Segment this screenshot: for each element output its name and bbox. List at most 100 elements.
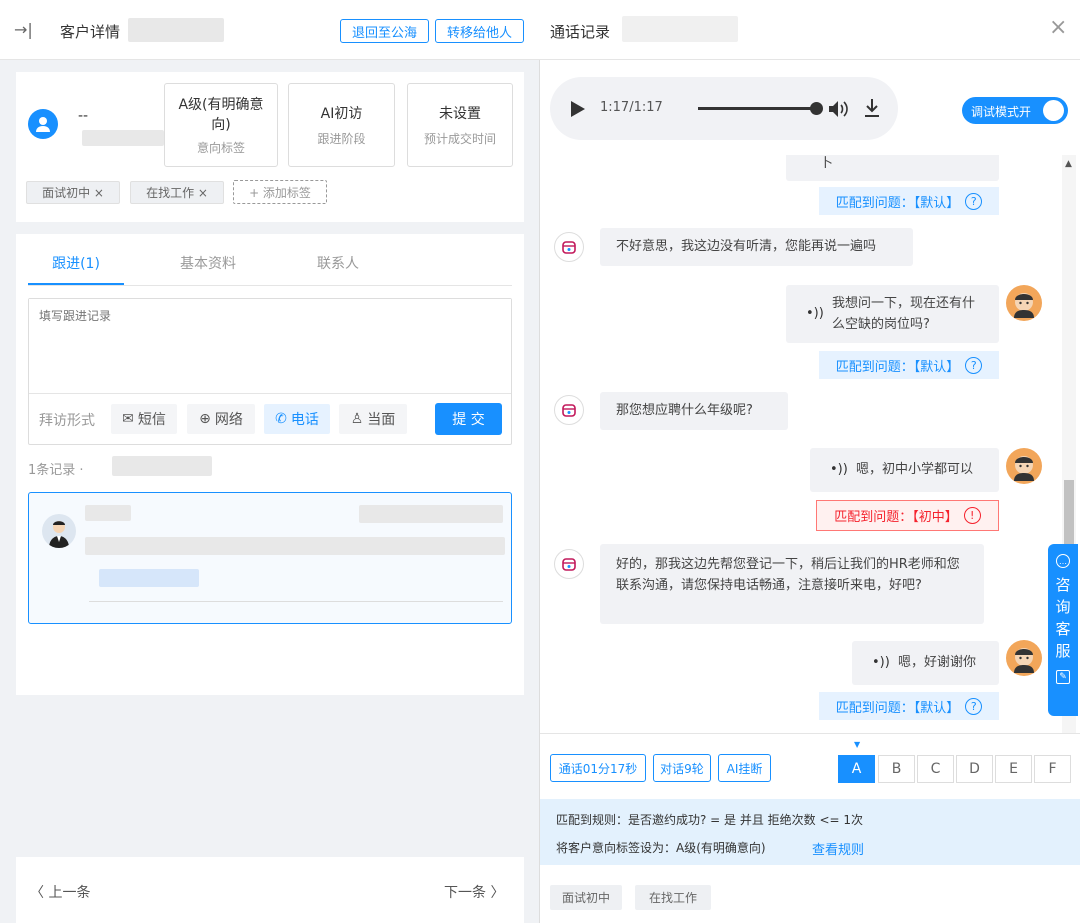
customer-detail-panel: →| 客户详情 退回至公海 转移给他人 -- A级(有明确意向) 意向标签 AI… [0,0,540,923]
customer-avatar [1006,640,1042,676]
mode-phone-label: 电话 [290,412,319,428]
submit-button[interactable]: 提 交 [435,403,502,435]
partial-user-bubble: 卜 [786,155,999,181]
robot-avatar [554,232,584,262]
tab-basic-info[interactable]: 基本资料 [160,253,256,273]
user-message-2-text: 嗯，初中小学都可以 [856,462,974,477]
debug-mode-toggle[interactable]: 调试模式开 [962,97,1068,124]
intent-value: A级(有明确意向) [178,96,264,133]
match-badge-1: 匹配到问题：【默认】? [819,187,999,215]
collapse-icon[interactable]: →| [14,20,33,39]
user-message-1-text: 我想问一下，现在还有什么空缺的岗位吗? [832,296,976,332]
service-char: 咨 [1055,576,1071,594]
mode-phone[interactable]: ✆ 电话 [264,404,330,434]
voice-icon[interactable]: •)) [830,459,848,480]
summary-divider [540,733,1080,734]
question-icon[interactable]: ? [965,697,983,715]
rule-action-text: 将客户意向标签设为：A级(有明确意向) [556,841,766,855]
deal-time-box[interactable]: 未设置 预计成交时间 [407,83,513,167]
customer-card: -- A级(有明确意向) 意向标签 AI初访 跟进阶段 未设置 预计成交时间 面… [16,72,524,222]
mode-network-label: 网络 [214,412,243,428]
redacted-link [99,569,199,587]
tab-followup[interactable]: 跟进(1) [28,253,124,273]
robot-icon [562,558,576,571]
bottom-tag-job-hunting: 在找工作 [635,885,711,910]
view-rule-link[interactable]: 查看规则 [812,839,864,858]
user-icon [36,117,50,132]
editor-divider [29,393,511,394]
tab-contacts[interactable]: 联系人 [290,253,386,273]
call-duration-chip: 通话01分17秒 [550,754,646,782]
mode-in-person[interactable]: ♙ 当面 [339,404,407,434]
deal-time-value: 未设置 [439,105,481,122]
match-badge-text: 匹配到问题：【默认】 [835,195,960,211]
customer-name: -- [78,108,89,124]
customer-service-button[interactable]: … 咨 询 客 服 ✎ [1048,544,1078,716]
edit-icon[interactable]: ✎ [1056,670,1070,684]
mode-network[interactable]: ⊕ 网络 [187,404,255,434]
robot-avatar [554,549,584,579]
intent-label-box[interactable]: A级(有明确意向) 意向标签 [164,83,278,167]
mode-sms[interactable]: ✉ 短信 [111,404,177,434]
customer-avatar [1006,448,1042,484]
bottom-tag-interview-junior: 面试初中 [550,885,622,910]
followup-stage-box[interactable]: AI初访 跟进阶段 [288,83,395,167]
alert-icon[interactable]: ! [963,507,981,524]
match-badge-warning: 匹配到问题：【初中】! [816,500,999,531]
download-icon[interactable] [864,98,880,118]
user-message-1: •)) 我想问一下，现在还有什么空缺的岗位吗? [786,285,999,343]
grade-b[interactable]: B [878,755,915,783]
followup-input[interactable] [29,299,511,393]
service-char: 客 [1055,620,1071,638]
question-icon[interactable]: ? [965,356,983,374]
followup-card: 跟进(1) 基本资料 联系人 拜访形式 ✉短信 ⊕网络 ✆电话 ♙当面 提 交 … [16,234,524,695]
grade-c[interactable]: C [917,755,954,783]
ai-hangup-chip: AI挂断 [718,754,771,782]
robot-avatar [554,395,584,425]
volume-icon[interactable] [828,99,850,119]
match-badge-3: 匹配到问题：【默认】? [819,692,999,720]
tag-interview-junior[interactable]: 面试初中 × [26,181,120,204]
globe-icon: ⊕ [199,411,211,427]
visit-form-label: 拜访形式 [39,413,95,429]
grade-f[interactable]: F [1034,755,1071,783]
voice-icon[interactable]: •)) [872,652,890,673]
play-icon[interactable] [570,100,586,118]
transfer-button[interactable]: 转移给他人 [435,19,524,43]
voice-icon[interactable]: •)) [806,303,824,324]
matched-rule-box: 匹配到规则：是否邀约成功? = 是 并且 拒绝次数 <= 1次 将客户意向标签设… [540,799,1080,865]
robot-message-3: 好的，那我这边先帮您登记一下，稍后让我们的HR老师和您联系沟通，请您保持电话畅通… [600,544,984,624]
agent-icon [49,521,69,548]
mode-in-person-label: 当面 [367,412,396,428]
matched-rule-text: 匹配到规则：是否邀约成功? = 是 并且 拒绝次数 <= 1次 [556,813,864,827]
mode-sms-label: 短信 [137,412,166,428]
return-to-pool-button[interactable]: 退回至公海 [340,19,429,43]
tab-divider [28,285,512,286]
close-icon[interactable]: × [1049,15,1067,40]
grade-e[interactable]: E [995,755,1032,783]
robot-message-2: 那您想应聘什么年级呢? [600,392,788,430]
question-icon[interactable]: ? [965,192,983,210]
customer-face-icon [1014,648,1034,673]
audio-progress-track[interactable] [698,107,818,110]
scroll-up-icon[interactable]: ▲ [1065,159,1072,169]
add-tag-button[interactable]: + 添加标签 [233,180,327,204]
debug-mode-label: 调试模式开 [971,105,1032,119]
service-char: 服 [1055,642,1071,660]
chat-icon: … [1056,554,1070,568]
audio-progress-handle[interactable] [810,102,823,115]
redacted-author [85,505,131,521]
grade-d[interactable]: D [956,755,993,783]
avatar [28,109,58,139]
followup-record-item[interactable] [28,492,512,624]
audio-time: 1:17/1:17 [600,100,663,115]
phone-redacted [82,130,164,146]
redacted-content [85,537,505,555]
prev-button[interactable]: 〈 上一条 [30,882,90,902]
page-title: 客户详情 [60,23,121,41]
customer-face-icon [1014,456,1034,481]
next-button[interactable]: 下一条 〉 [444,882,504,902]
tag-job-hunting[interactable]: 在找工作 × [130,181,224,204]
grade-a[interactable]: A [838,755,875,783]
match-badge-2: 匹配到问题：【默认】? [819,351,999,379]
